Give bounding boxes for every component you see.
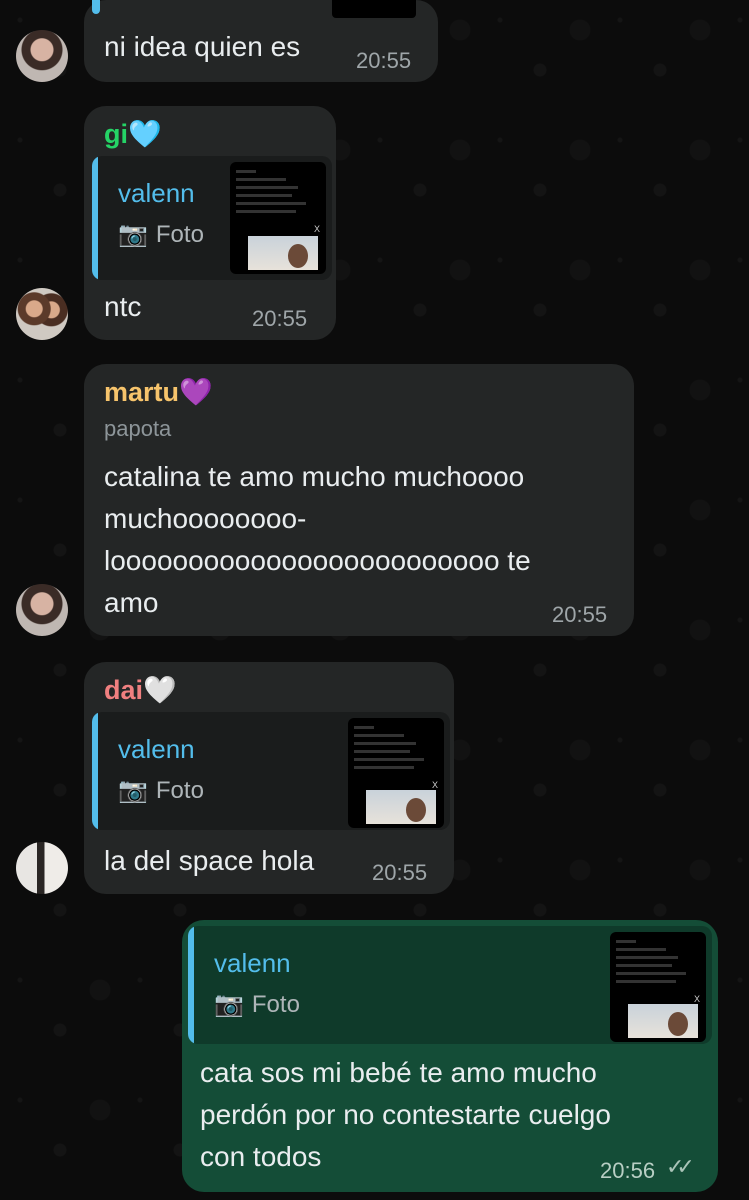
message-time: 20:55	[356, 48, 412, 73]
message-bubble-outgoing[interactable]: valenn 📷 Foto X cata sos mi bebé te amo …	[182, 920, 718, 1192]
quote-bar	[92, 712, 98, 830]
quote-author: valenn	[118, 734, 195, 764]
sender-name[interactable]: martu💜	[104, 376, 213, 408]
avatar[interactable]	[16, 288, 68, 340]
quote-thumbnail: X	[348, 718, 444, 828]
quote-thumbnail: X	[610, 932, 706, 1042]
quote-type-label: Foto	[155, 220, 204, 248]
message-bubble[interactable]: ni idea quien es 20:55	[84, 0, 438, 82]
avatar[interactable]	[16, 842, 68, 894]
quote-bar-fragment	[92, 0, 100, 14]
avatar[interactable]	[16, 584, 68, 636]
camera-icon: 📷	[118, 777, 148, 804]
quoted-message[interactable]: valenn 📷 Foto X	[188, 926, 712, 1044]
message-text: ntc	[104, 291, 142, 322]
message-text: ni idea quien es	[104, 31, 301, 62]
message-time: 20:56	[600, 1158, 656, 1183]
quote-bar	[188, 926, 194, 1044]
message-text: la del space hola	[104, 845, 315, 876]
quote-type: 📷 Foto	[118, 776, 204, 805]
quote-type: 📷 Foto	[118, 220, 204, 249]
message-bubble[interactable]: martu💜 papota catalina te amo mucho much…	[84, 364, 634, 636]
avatar[interactable]	[16, 30, 68, 82]
double-check-icon: ✓✓	[666, 1154, 695, 1179]
quote-author: valenn	[214, 948, 291, 978]
message-time: 20:55	[252, 306, 308, 331]
quote-type-label: Foto	[251, 990, 300, 1018]
message-text: catalina te amo mucho muchoooo muchooooo…	[104, 461, 531, 618]
quoted-message[interactable]: valenn 📷 Foto X	[92, 156, 332, 280]
thumbnail-fragment	[332, 0, 416, 18]
sender-name[interactable]: dai🤍	[104, 674, 177, 706]
quote-author: valenn	[118, 178, 195, 208]
message-bubble[interactable]: dai🤍 valenn 📷 Foto X la del space hola 2…	[84, 662, 454, 894]
x-logo-icon: X	[313, 224, 320, 234]
quoted-message[interactable]: valenn 📷 Foto X	[92, 712, 450, 830]
x-logo-icon: X	[431, 780, 438, 790]
camera-icon: 📷	[214, 991, 244, 1018]
quote-bar	[92, 156, 98, 280]
camera-icon: 📷	[118, 221, 148, 248]
message-time: 20:55	[372, 860, 428, 885]
quote-type: 📷 Foto	[214, 990, 300, 1019]
x-logo-icon: X	[693, 994, 700, 1004]
sender-name[interactable]: gi🩵	[104, 118, 162, 150]
message-bubble[interactable]: gi🩵 valenn 📷 Foto X ntc 20:55	[84, 106, 336, 340]
quote-thumbnail: X	[230, 162, 326, 274]
quote-type-label: Foto	[155, 776, 204, 804]
sender-subtitle: papota	[104, 416, 172, 441]
message-time: 20:55	[552, 602, 608, 627]
